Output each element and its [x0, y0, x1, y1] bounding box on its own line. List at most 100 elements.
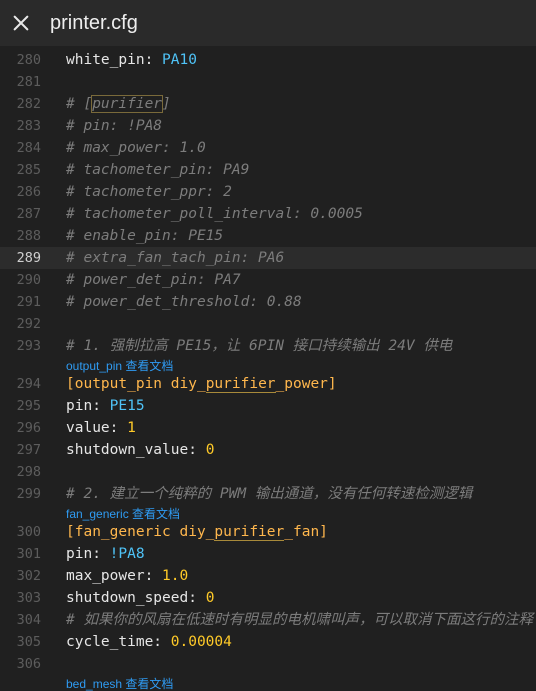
code-token: # 2. 建立一个纯粹的 PWM 输出通道，没有任何转速检测逻辑 [66, 486, 473, 502]
line-number: 299 [16, 486, 41, 502]
code-editor[interactable]: 280 white_pin: PA10 281 282 # [purifier] 283 #… [0, 49, 536, 691]
code-line[interactable]: 282 # [purifier] [0, 93, 536, 115]
line-number: 281 [16, 74, 41, 90]
code-line[interactable]: 300 [fan_generic diy_purifier_fan] [0, 521, 536, 543]
code-line[interactable]: 285 # tachometer_pin: PA9 [0, 159, 536, 181]
code-line[interactable]: 287 # tachometer_poll_interval: 0.0005 [0, 203, 536, 225]
line-number: 293 [16, 338, 41, 354]
doc-link[interactable]: fan_generic 查看文档 [66, 506, 180, 522]
code-line[interactable]: 306 [0, 653, 536, 675]
doc-link[interactable]: bed_mesh 查看文档 [66, 676, 173, 691]
code-token: # 如果你的风扇在低速时有明显的电机啸叫声，可以取消下面这行的注释 [66, 612, 533, 628]
code-line[interactable]: 292 [0, 313, 536, 335]
code-text: # tachometer_poll_interval: 0.0005 [66, 203, 363, 225]
code-token: # tachometer_poll_interval: 0.0005 [66, 206, 363, 222]
code-text: # pin: !PA8 [66, 115, 162, 137]
code-token: # 1. 强制拉高 PE15，让 6PIN 接口持续输出 24V 供电 [66, 338, 453, 354]
line-number: 289 [16, 250, 41, 266]
code-line[interactable]: 301 pin: !PA8 [0, 543, 536, 565]
code-line[interactable]: 288 # enable_pin: PE15 [0, 225, 536, 247]
code-token: # extra_fan_tach_pin: PA6 [66, 250, 285, 266]
code-line[interactable]: 302 max_power: 1.0 [0, 565, 536, 587]
line-number: 301 [16, 546, 41, 562]
code-token: # pin: !PA8 [66, 118, 163, 134]
line-number: 291 [16, 294, 41, 310]
line-number: 288 [16, 228, 41, 244]
code-line[interactable]: 294 [output_pin diy_purifier_power] [0, 373, 536, 395]
code-text: # 如果你的风扇在低速时有明显的电机啸叫声，可以取消下面这行的注释 [66, 609, 533, 631]
code-line[interactable]: 293 # 1. 强制拉高 PE15，让 6PIN 接口持续输出 24V 供电 [0, 335, 536, 357]
line-number: 296 [16, 420, 41, 436]
line-number: 295 [16, 398, 41, 414]
line-number: 304 [16, 612, 41, 628]
code-token: purifier [91, 95, 164, 113]
close-icon[interactable] [10, 12, 32, 34]
code-text: pin: PE15 [66, 395, 145, 417]
code-text: max_power: 1.0 [66, 565, 188, 587]
code-line[interactable]: 296 value: 1 [0, 417, 536, 439]
code-text: # max_power: 1.0 [66, 137, 206, 159]
code-token: shutdown_speed: [66, 590, 206, 606]
code-token: # enable_pin: PE15 [66, 228, 224, 244]
line-number: 282 [16, 96, 41, 112]
code-token: 1 [127, 420, 136, 436]
line-number: 280 [16, 52, 41, 68]
code-token: # power_det_pin: PA7 [66, 272, 241, 288]
code-line[interactable]: 286 # tachometer_ppr: 2 [0, 181, 536, 203]
code-token: PA10 [162, 52, 197, 68]
code-token: ] [162, 96, 171, 112]
code-token: 0 [205, 590, 215, 606]
code-line[interactable]: 303 shutdown_speed: 0 [0, 587, 536, 609]
code-text: # power_det_threshold: 0.88 [66, 291, 302, 313]
line-number: 302 [16, 568, 41, 584]
code-text: shutdown_speed: 0 [66, 587, 214, 609]
line-number: 284 [16, 140, 41, 156]
code-line[interactable]: 304 # 如果你的风扇在低速时有明显的电机啸叫声，可以取消下面这行的注释 [0, 609, 536, 631]
code-line[interactable]: 280 white_pin: PA10 [0, 49, 536, 71]
code-token: # tachometer_pin: PA9 [66, 162, 250, 178]
code-line[interactable]: 283 # pin: !PA8 [0, 115, 536, 137]
code-token: pin: [66, 546, 110, 562]
code-line[interactable]: 289 # extra_fan_tach_pin: PA6 [0, 247, 536, 269]
line-number: 300 [16, 524, 41, 540]
code-line[interactable]: 295 pin: PE15 [0, 395, 536, 417]
line-number: 292 [16, 316, 41, 332]
code-token: # tachometer_ppr: 2 [66, 184, 232, 200]
code-text: # extra_fan_tach_pin: PA6 [66, 247, 284, 269]
code-token: 0 [205, 442, 215, 458]
code-text: # 1. 强制拉高 PE15，让 6PIN 接口持续输出 24V 供电 [66, 335, 452, 357]
code-token: cycle_time: [66, 634, 171, 650]
line-number: 303 [16, 590, 41, 606]
code-line[interactable]: 298 [0, 461, 536, 483]
line-number: 283 [16, 118, 41, 134]
code-text: value: 1 [66, 417, 136, 439]
code-token: 1.0 [162, 568, 189, 584]
code-token: 0.00004 [170, 634, 232, 650]
code-token: pin: [66, 398, 110, 414]
code-line[interactable]: 284 # max_power: 1.0 [0, 137, 536, 159]
code-text: [output_pin diy_purifier_power] [66, 373, 337, 395]
code-token: !PA8 [109, 546, 145, 562]
code-line[interactable]: 305 cycle_time: 0.00004 [0, 631, 536, 653]
code-token: [output_pin diy_ [66, 376, 206, 392]
code-token: PE15 [109, 398, 145, 414]
line-number: 297 [16, 442, 41, 458]
code-text: # 2. 建立一个纯粹的 PWM 输出通道，没有任何转速检测逻辑 [66, 483, 472, 505]
code-text: # power_det_pin: PA7 [66, 269, 241, 291]
code-text: pin: !PA8 [66, 543, 145, 565]
code-token: shutdown_value: [66, 442, 206, 458]
code-text: [fan_generic diy_purifier_fan] [66, 521, 328, 543]
code-token: value: [66, 420, 128, 436]
editor-header: printer.cfg [0, 0, 536, 46]
code-token: max_power: [66, 568, 163, 584]
code-line[interactable]: 299 # 2. 建立一个纯粹的 PWM 输出通道，没有任何转速检测逻辑 [0, 483, 536, 505]
code-line[interactable]: 297 shutdown_value: 0 [0, 439, 536, 461]
doc-link[interactable]: output_pin 查看文档 [66, 358, 173, 374]
code-line[interactable]: 290 # power_det_pin: PA7 [0, 269, 536, 291]
line-number: 298 [16, 464, 41, 480]
code-line[interactable]: 291 # power_det_threshold: 0.88 [0, 291, 536, 313]
code-line[interactable]: 281 [0, 71, 536, 93]
code-text: # enable_pin: PE15 [66, 225, 223, 247]
code-token: # [ [66, 96, 93, 112]
line-number: 305 [16, 634, 41, 650]
